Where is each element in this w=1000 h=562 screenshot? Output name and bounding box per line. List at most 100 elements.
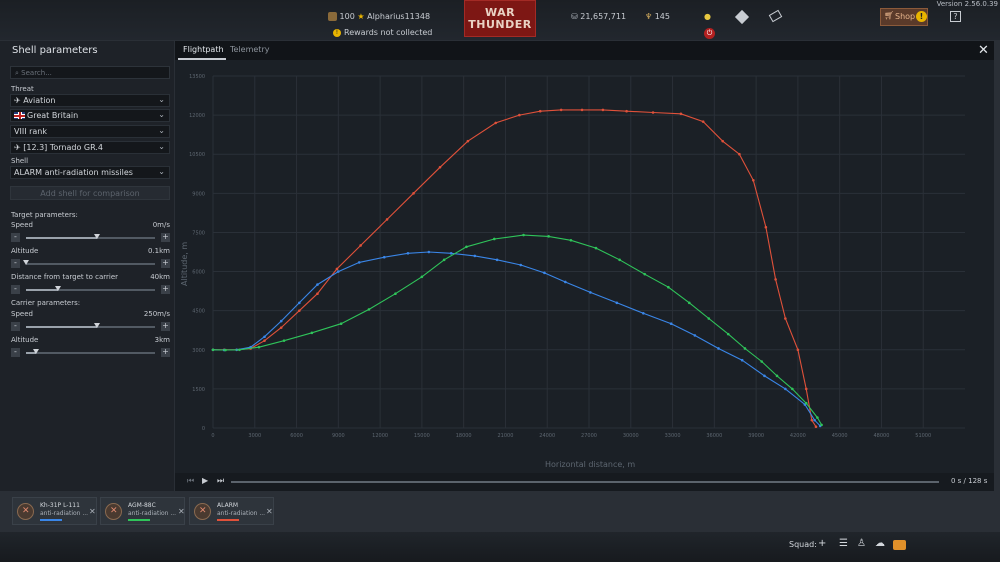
- power-icon[interactable]: ⏻: [704, 28, 715, 39]
- next-icon[interactable]: ⏭: [217, 476, 224, 486]
- lightbulb-icon[interactable]: ●: [704, 12, 711, 21]
- help-button[interactable]: ?: [950, 11, 961, 22]
- rewards-notice[interactable]: ! Rewards not collected: [333, 28, 432, 37]
- add-squad-icon[interactable]: +: [818, 538, 826, 549]
- data-point: [494, 121, 497, 125]
- decrease-button[interactable]: -: [11, 285, 20, 294]
- vehicle-select[interactable]: ✈ [12.3] Tornado GR.4 ⌄: [10, 141, 170, 154]
- data-point: [814, 425, 818, 428]
- slider-handle[interactable]: [23, 260, 29, 265]
- distance-value: 40km: [150, 273, 170, 281]
- close-button[interactable]: ✕: [978, 43, 989, 58]
- y-tick-label: 9000: [192, 191, 205, 197]
- y-tick-label: 7500: [192, 230, 205, 236]
- data-point: [804, 387, 808, 391]
- rank-select[interactable]: VIII rank ⌄: [10, 125, 170, 138]
- data-point: [721, 139, 724, 143]
- data-point: [547, 235, 550, 238]
- x-tick-label: 51000: [915, 433, 931, 439]
- x-tick-label: 18000: [456, 433, 472, 439]
- data-point: [764, 225, 768, 229]
- x-tick-label: 48000: [873, 433, 889, 439]
- series-color-swatch: [217, 519, 239, 521]
- version-label: Version 2.56.0.39: [936, 0, 998, 8]
- data-point: [466, 139, 470, 143]
- tab-flightpath[interactable]: Flightpath: [183, 45, 224, 54]
- war-thunder-logo[interactable]: WAR THUNDER: [464, 0, 536, 37]
- data-point: [589, 291, 592, 294]
- slider-handle[interactable]: [93, 323, 100, 328]
- x-tick-label: 42000: [790, 433, 806, 439]
- increase-button[interactable]: +: [161, 233, 170, 242]
- y-tick-label: 6000: [192, 270, 205, 276]
- country-select[interactable]: Great Britain ⌄: [10, 109, 170, 122]
- x-tick-label: 21000: [497, 433, 513, 439]
- data-point: [775, 374, 779, 378]
- coupon-icon[interactable]: [768, 9, 783, 23]
- decrease-button[interactable]: -: [11, 233, 20, 242]
- data-point: [465, 245, 468, 249]
- silver-lions-balance[interactable]: ⛁ 21,657,711: [571, 12, 626, 21]
- carrier-speed-slider[interactable]: - +: [11, 322, 170, 332]
- mail-icon[interactable]: [893, 540, 906, 550]
- squad-label: Squad:: [789, 540, 817, 549]
- data-point: [774, 278, 777, 281]
- search-input[interactable]: ⌕ Search...: [10, 66, 170, 79]
- remove-shell-button[interactable]: ✕: [266, 507, 273, 516]
- decrease-button[interactable]: -: [11, 348, 20, 357]
- data-point: [784, 317, 787, 320]
- play-icon[interactable]: ▶: [202, 476, 208, 485]
- data-point: [643, 272, 647, 276]
- tab-telemetry[interactable]: Telemetry: [230, 45, 269, 54]
- data-point: [316, 292, 319, 296]
- target-speed-slider[interactable]: - +: [11, 233, 170, 243]
- y-axis-label: Altitude, m: [180, 242, 189, 286]
- data-point: [493, 237, 496, 241]
- list-icon[interactable]: ☰: [839, 538, 848, 549]
- shell-select[interactable]: ALARM anti-radiation missiles ⌄: [10, 166, 170, 179]
- remove-shell-button[interactable]: ✕: [178, 507, 185, 516]
- data-point: [651, 111, 655, 114]
- data-point: [298, 301, 301, 305]
- data-point: [740, 358, 744, 362]
- data-point: [642, 311, 645, 315]
- increase-button[interactable]: +: [161, 348, 170, 357]
- remove-shell-button[interactable]: ✕: [89, 507, 96, 516]
- x-tick-label: 6000: [290, 433, 303, 439]
- playback-timeline[interactable]: [231, 481, 939, 483]
- slider-handle[interactable]: [93, 234, 100, 239]
- player-profile[interactable]: 100 ★ Alpharius11348: [328, 12, 430, 21]
- decrease-button[interactable]: -: [11, 259, 20, 268]
- distance-slider[interactable]: - +: [11, 285, 170, 295]
- x-axis-label: Horizontal distance, m: [545, 460, 635, 469]
- increase-button[interactable]: +: [161, 259, 170, 268]
- shell-card-alarm[interactable]: ALARM anti-radiation ...: [189, 497, 274, 525]
- data-point: [367, 308, 371, 311]
- increase-button[interactable]: +: [161, 285, 170, 294]
- shell-card-kh31p[interactable]: Kh-31P L-111 anti-radiation ...: [12, 497, 97, 525]
- contacts-icon[interactable]: ♙: [857, 538, 866, 549]
- x-tick-label: 27000: [581, 433, 597, 439]
- shell-card-agm88c[interactable]: AGM-88C anti-radiation ...: [100, 497, 185, 525]
- golden-eagles-balance[interactable]: ♆ 145: [645, 12, 670, 21]
- silver-lions-icon: ⛁: [571, 12, 578, 21]
- missile-icon: [17, 503, 34, 520]
- slider-handle[interactable]: [33, 349, 40, 354]
- x-tick-label: 24000: [539, 433, 555, 439]
- target-altitude-slider[interactable]: - +: [11, 259, 170, 269]
- slider-handle[interactable]: [55, 286, 62, 291]
- chart-series: [211, 108, 823, 428]
- threat-type-select[interactable]: ✈ Aviation ⌄: [10, 94, 170, 107]
- increase-button[interactable]: +: [161, 322, 170, 331]
- wheel-icon[interactable]: [734, 9, 750, 25]
- tab-bar: Flightpath Telemetry ✕: [175, 41, 994, 60]
- carrier-altitude-slider[interactable]: - +: [11, 348, 170, 358]
- shop-alert-badge: !: [916, 11, 927, 22]
- chat-icon[interactable]: ☁: [875, 538, 885, 549]
- chart-grid: [212, 75, 965, 429]
- add-shell-comparison-button[interactable]: Add shell for comparison: [10, 186, 170, 200]
- x-tick-label: 39000: [748, 433, 764, 439]
- previous-icon[interactable]: ⏮: [187, 476, 194, 486]
- data-point: [625, 109, 628, 113]
- decrease-button[interactable]: -: [11, 322, 20, 331]
